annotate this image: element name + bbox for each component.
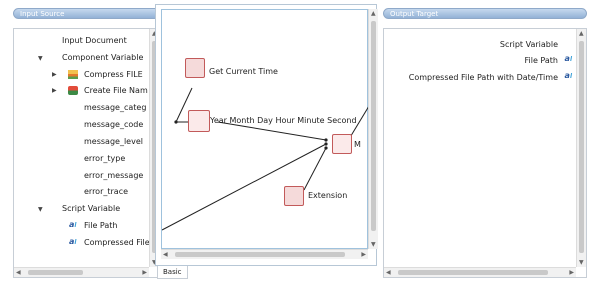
- expand-arrow-icon[interactable]: ▶: [52, 71, 57, 78]
- variable-icon: al: [69, 220, 77, 229]
- create-file-name-icon: [68, 86, 78, 95]
- tree-item-message-code[interactable]: message_code: [84, 120, 143, 129]
- variable-icon: al: [69, 237, 77, 246]
- variable-icon: al: [564, 71, 572, 80]
- scroll-up-icon[interactable]: ▲: [371, 10, 376, 17]
- tree-item-create-file-name[interactable]: Create File Nam: [84, 86, 148, 95]
- output-target-tree[interactable]: Script Variable File Path al Compressed …: [383, 28, 587, 278]
- tab-basic[interactable]: Basic: [157, 266, 188, 279]
- node-get-current-time[interactable]: Get Current Time: [209, 67, 278, 76]
- output-target-panel: Output Target Script Variable File Path …: [383, 8, 587, 278]
- input-source-tree[interactable]: Input Document ▼ Component Variable ▶ Co…: [13, 28, 160, 278]
- tree-item-error-trace[interactable]: error_trace: [84, 187, 128, 196]
- compress-component-icon: [68, 70, 78, 79]
- vertical-scrollbar[interactable]: ▲ ▼: [576, 29, 586, 267]
- scroll-right-icon[interactable]: ▶: [361, 251, 366, 258]
- scrollbar-thumb[interactable]: [371, 21, 376, 231]
- collapse-arrow-icon[interactable]: ▼: [38, 206, 43, 213]
- tree-item-compress-file[interactable]: Compress FILE: [84, 70, 143, 79]
- tree-item-file-path[interactable]: File Path: [524, 56, 558, 65]
- expand-arrow-icon[interactable]: ▶: [52, 87, 57, 94]
- node-date-format[interactable]: Year Month Day Hour Minute Second: [210, 116, 357, 125]
- variable-icon: al: [564, 54, 572, 63]
- canvas-horizontal-scrollbar[interactable]: ◀ ▶: [161, 249, 368, 259]
- tree-item-error-type[interactable]: error_type: [84, 154, 125, 163]
- tree-item-script-variable[interactable]: Script Variable: [500, 40, 558, 49]
- scroll-right-icon[interactable]: ▶: [569, 269, 574, 276]
- output-target-header: Output Target: [383, 8, 587, 19]
- canvas-vertical-scrollbar[interactable]: ▲ ▼: [368, 9, 378, 249]
- function-node-icon[interactable]: [284, 186, 304, 206]
- mapping-canvas-frame: Get Current Time Year Month Day Hour Min…: [155, 4, 378, 266]
- tree-item-compressed-file[interactable]: Compressed File: [84, 238, 150, 247]
- scroll-down-icon[interactable]: ▼: [579, 259, 584, 266]
- scroll-left-icon[interactable]: ◀: [386, 269, 391, 276]
- mapping-canvas[interactable]: Get Current Time Year Month Day Hour Min…: [161, 9, 369, 249]
- scroll-down-icon[interactable]: ▼: [371, 241, 376, 248]
- scrollbar-thumb[interactable]: [398, 270, 548, 275]
- tree-item-file-path[interactable]: File Path: [84, 221, 118, 230]
- scrollbar-thumb[interactable]: [175, 252, 345, 257]
- scrollbar-thumb[interactable]: [579, 41, 584, 253]
- scrollbar-thumb[interactable]: [28, 270, 83, 275]
- function-node-icon[interactable]: [332, 134, 352, 154]
- tree-item-message-level[interactable]: message_level: [84, 137, 143, 146]
- scroll-right-icon[interactable]: ▶: [142, 269, 147, 276]
- input-source-panel: Input Source Input Document ▼ Component …: [13, 8, 160, 278]
- horizontal-scrollbar[interactable]: ◀ ▶: [384, 267, 576, 277]
- input-source-header: Input Source: [13, 8, 160, 19]
- collapse-arrow-icon[interactable]: ▼: [38, 55, 43, 62]
- scroll-left-icon[interactable]: ◀: [16, 269, 21, 276]
- horizontal-scrollbar[interactable]: ◀ ▶: [14, 267, 149, 277]
- tree-item-message-category[interactable]: message_categ: [84, 103, 146, 112]
- tree-item-script-variable[interactable]: Script Variable: [62, 204, 120, 213]
- function-node-icon[interactable]: [185, 58, 205, 78]
- tree-item-error-message[interactable]: error_message: [84, 171, 143, 180]
- tree-item-input-document[interactable]: Input Document: [62, 36, 127, 45]
- node-extension[interactable]: Extension: [308, 191, 347, 200]
- scroll-up-icon[interactable]: ▲: [579, 30, 584, 37]
- tree-item-component-variable[interactable]: Component Variable: [62, 53, 143, 62]
- node-concat[interactable]: M: [354, 140, 361, 149]
- function-node-icon[interactable]: [188, 110, 210, 132]
- scroll-left-icon[interactable]: ◀: [163, 251, 168, 258]
- tree-item-compressed-file-path[interactable]: Compressed File Path with Date/Time: [409, 73, 558, 82]
